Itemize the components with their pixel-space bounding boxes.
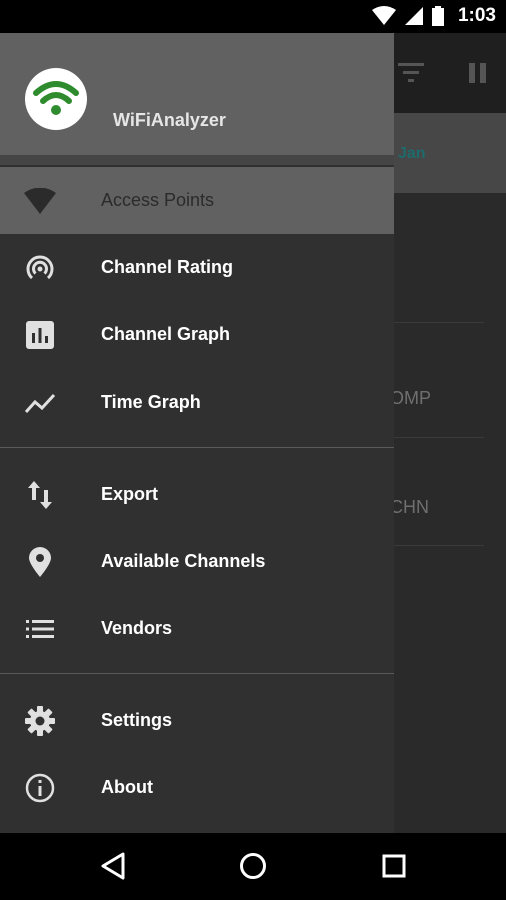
menu-item-label: Channel Graph — [101, 324, 231, 344]
ap-row-text: CHN — [390, 497, 429, 517]
drawer-header: WiFiAnalyzer — [0, 33, 394, 155]
filter-icon — [398, 63, 424, 82]
menu-item-channel-graph[interactable]: Channel Graph — [0, 301, 394, 368]
system-navigation-bar — [0, 833, 506, 900]
menu-item-export[interactable]: Export — [0, 461, 394, 528]
wifi-logo-icon — [33, 81, 79, 115]
home-button[interactable] — [239, 851, 267, 881]
wifi-icon — [24, 185, 56, 217]
row-divider — [394, 545, 484, 546]
menu-item-label: Settings — [101, 710, 173, 730]
import-export-icon — [24, 479, 56, 511]
battery-icon — [431, 6, 444, 26]
menu-item-label: Available Channels — [101, 551, 266, 571]
menu-item-label: Channel Rating — [101, 257, 234, 277]
connected-ssid: Jan — [398, 145, 426, 162]
menu-item-label: Access Points — [101, 190, 215, 210]
bar-chart-icon — [24, 319, 56, 351]
menu-item-label: Vendors — [101, 618, 173, 638]
timeline-icon — [24, 387, 56, 419]
back-button[interactable] — [100, 851, 126, 881]
header-separator — [0, 155, 394, 165]
menu-divider — [0, 447, 394, 448]
menu-item-label: Time Graph — [101, 392, 201, 412]
navigation-drawer: WiFiAnalyzer Access Points Channel Ratin… — [0, 33, 394, 833]
row-divider — [394, 322, 484, 323]
status-bar: 1:03 — [0, 0, 506, 33]
menu-item-about[interactable]: About — [0, 754, 394, 821]
menu-item-access-points[interactable]: Access Points — [0, 167, 394, 234]
signal-icon — [404, 7, 423, 25]
ap-row-text: OMP — [390, 388, 432, 408]
app-logo — [25, 68, 87, 130]
status-icons: 1:03 — [371, 5, 496, 27]
menu-item-channel-rating[interactable]: Channel Rating — [0, 234, 394, 301]
wifi-tethering-icon — [24, 252, 56, 284]
menu-divider — [0, 673, 394, 674]
menu-item-label: About — [101, 777, 153, 797]
menu-item-available-channels[interactable]: Available Channels — [0, 528, 394, 595]
list-icon — [24, 613, 56, 645]
row-divider — [394, 437, 484, 438]
menu-item-settings[interactable]: Settings — [0, 687, 394, 754]
info-icon — [24, 772, 56, 804]
location-pin-icon — [24, 546, 56, 578]
menu-item-label: Export — [101, 484, 159, 504]
wifi-icon — [371, 6, 396, 25]
recents-button[interactable] — [381, 851, 407, 881]
menu-item-time-graph[interactable]: Time Graph — [0, 369, 394, 436]
clock: 1:03 — [457, 5, 496, 26]
menu-item-vendors[interactable]: Vendors — [0, 595, 394, 662]
app-name: WiFiAnalyzer — [113, 110, 226, 130]
pause-icon — [469, 63, 486, 83]
gear-icon — [24, 705, 56, 737]
